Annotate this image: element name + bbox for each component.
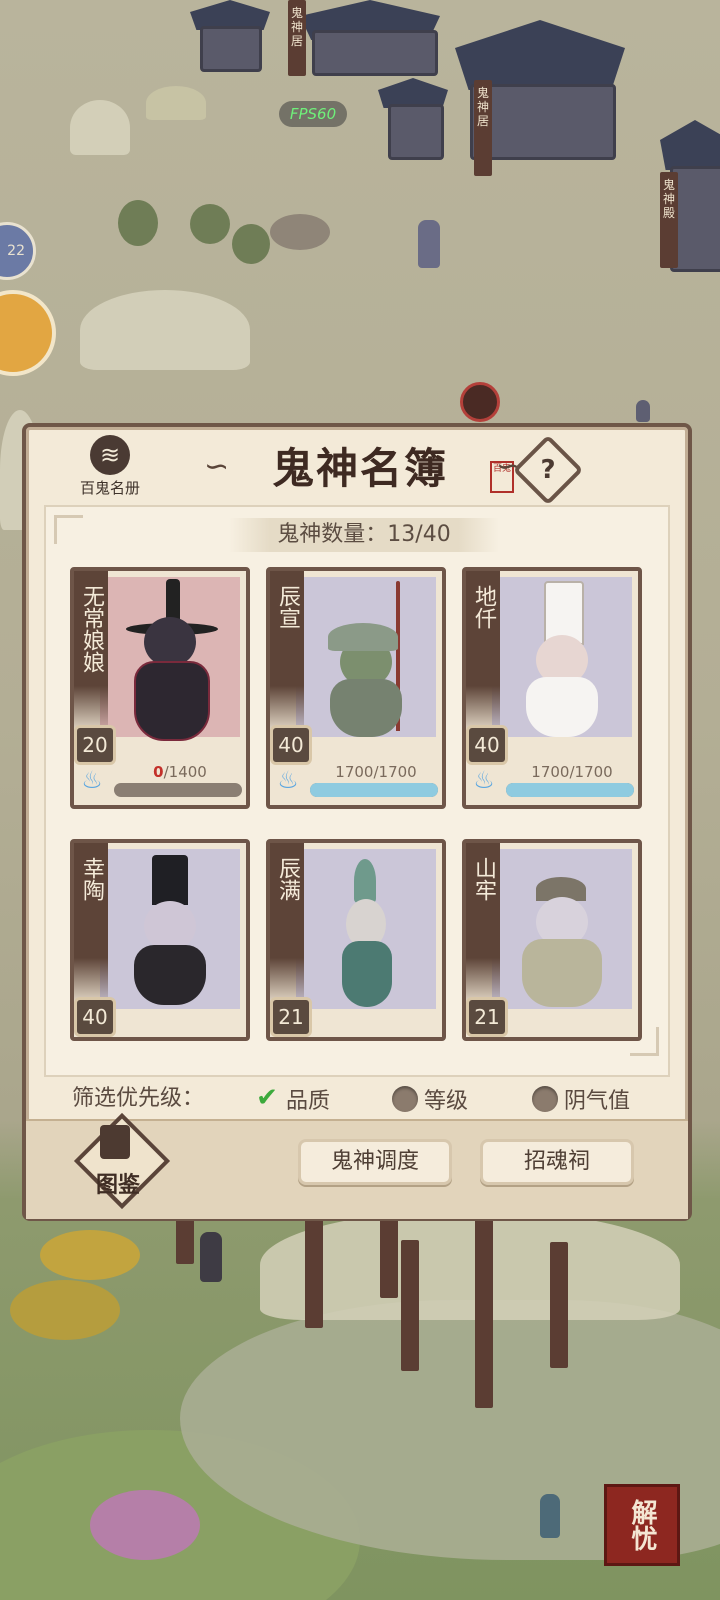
map-banner: 鬼神居	[474, 80, 492, 176]
ghost-dispatch-button[interactable]: 鬼神调度	[298, 1139, 452, 1185]
ghost-portrait	[514, 859, 610, 1009]
check-icon: ✔	[256, 1083, 278, 1113]
map-banner: 鬼神居	[288, 0, 306, 76]
map-banner	[475, 1212, 493, 1408]
dialog-footer: 图鉴 鬼神调度 招魂祠	[26, 1112, 688, 1219]
ghost-card[interactable]: 辰宣 40 ♨ 1700/1700	[266, 567, 446, 811]
map-marker-icon[interactable]	[460, 382, 500, 422]
soul-shrine-button[interactable]: 招魂祠	[480, 1139, 634, 1185]
flower-bush	[90, 1490, 200, 1560]
ghost-card[interactable]: 山牢 21	[462, 839, 642, 1083]
frame-corner	[54, 515, 83, 544]
ghost-character[interactable]	[636, 400, 650, 422]
ghost-register-button[interactable]: ≋ 百鬼名册	[62, 435, 158, 498]
filter-priority-row: 筛选优先级： ✔ 品质 等级 阴气值	[26, 1081, 688, 1117]
shrub	[270, 214, 330, 250]
ghost-name: 辰宣	[270, 571, 304, 735]
cloud-scroll-left-icon: ∽	[204, 449, 230, 484]
ghost-house-building[interactable]	[312, 30, 438, 76]
filter-label: 筛选优先级：	[72, 1086, 205, 1111]
reed-grass	[146, 86, 206, 120]
ghost-level: 40	[74, 997, 116, 1037]
ghost-fire-icon: ♨	[277, 766, 299, 794]
fps-counter: FPS60	[279, 101, 347, 127]
filter-option-quality[interactable]: ✔ 品质	[254, 1081, 330, 1117]
radio-icon	[532, 1086, 558, 1112]
ghost-level: 40	[270, 725, 312, 765]
dialog-header: ≋ 百鬼名册 ∽ 鬼神名簿 百鬼 ∽ ?	[26, 427, 688, 506]
filter-option-yin-energy[interactable]: 阴气值	[532, 1081, 630, 1117]
ghost-fire-icon: ♨	[81, 766, 103, 794]
ghost-count: 鬼神数量：13/40	[229, 518, 499, 552]
ghost-card[interactable]: 地仟 40 ♨ 1700/1700	[462, 567, 642, 811]
book-icon: ≋	[90, 435, 130, 475]
flower-bush	[40, 1230, 140, 1280]
ghost-name: 无常娘娘	[74, 571, 108, 735]
shrub	[232, 224, 270, 264]
flower-bush	[10, 1280, 120, 1340]
jieyou-button[interactable]: 解忧	[604, 1484, 680, 1566]
shrub	[190, 204, 230, 244]
ghost-portrait	[318, 581, 414, 737]
ghost-roster-dialog: ≋ 百鬼名册 ∽ 鬼神名簿 百鬼 ∽ ? 鬼神数量：13/40 无常娘娘 20 …	[22, 423, 692, 1221]
atlas-label: 图鉴	[95, 1173, 140, 1198]
ghost-portrait	[122, 855, 218, 1009]
ghost-portrait	[514, 581, 610, 737]
yin-energy-fill	[506, 783, 634, 797]
ghost-name-text: 辰宣	[275, 585, 300, 629]
ghost-fire-icon: ♨	[473, 766, 495, 794]
ghost-name-text: 辰满	[275, 857, 300, 901]
ghost-card[interactable]: 辰满 21	[266, 839, 446, 1083]
atlas-button[interactable]: 图鉴	[73, 1112, 171, 1210]
ghost-level: 20	[74, 725, 116, 765]
filter-option-level[interactable]: 等级	[392, 1081, 468, 1117]
ghost-name-text: 地仟	[471, 585, 496, 629]
radio-icon	[392, 1086, 418, 1112]
ghost-name: 山牢	[466, 843, 500, 1007]
dialog-title: 鬼神名簿	[272, 444, 449, 493]
yin-energy-bar	[114, 783, 242, 797]
ghost-name-text: 山牢	[471, 857, 496, 901]
pavilion[interactable]	[200, 26, 262, 72]
reed-grass	[80, 290, 250, 370]
map-banner	[305, 1212, 323, 1328]
side-badge-value: 22	[7, 243, 25, 259]
reed-grass	[70, 100, 130, 155]
ghost-character[interactable]	[540, 1494, 560, 1538]
ghost-card[interactable]: 幸陶 40	[70, 839, 250, 1083]
yin-energy-value: 1700/1700	[531, 763, 613, 781]
map-banner	[550, 1242, 568, 1368]
flag-icon	[100, 1125, 130, 1159]
yin-energy-fill	[310, 783, 438, 797]
map-banner: 鬼神殿	[660, 172, 678, 268]
ghost-portrait	[318, 859, 414, 1009]
ghost-name-text: 无常娘娘	[79, 585, 104, 673]
pavilion[interactable]	[388, 104, 444, 160]
ghost-card[interactable]: 无常娘娘 20 ♨ 0/1400	[70, 567, 250, 811]
yin-energy-value: 0/1400	[153, 763, 207, 781]
shrub	[118, 200, 158, 246]
filter-option-label: 阴气值	[564, 1089, 631, 1114]
ghost-name: 地仟	[466, 571, 500, 735]
ghost-register-label: 百鬼名册	[79, 479, 140, 497]
map-banner	[380, 1212, 398, 1298]
reed-field	[260, 1210, 680, 1320]
filter-option-label: 等级	[424, 1089, 469, 1114]
ghost-portrait	[122, 579, 218, 741]
ghost-name: 幸陶	[74, 843, 108, 1007]
ghost-character[interactable]	[200, 1232, 222, 1282]
help-button[interactable]: ?	[512, 434, 584, 506]
ghost-name: 辰满	[270, 843, 304, 1007]
yin-energy-bar	[310, 783, 438, 797]
ghost-level: 21	[270, 997, 312, 1037]
yin-energy-value: 1700/1700	[335, 763, 417, 781]
question-mark-icon: ?	[540, 455, 556, 485]
ghost-level: 40	[466, 725, 508, 765]
filter-option-label: 品质	[286, 1089, 331, 1114]
yin-energy-bar	[506, 783, 634, 797]
ghost-name-text: 幸陶	[79, 857, 104, 901]
map-banner	[401, 1240, 419, 1371]
ghost-level: 21	[466, 997, 508, 1037]
ghost-character[interactable]	[418, 220, 440, 268]
